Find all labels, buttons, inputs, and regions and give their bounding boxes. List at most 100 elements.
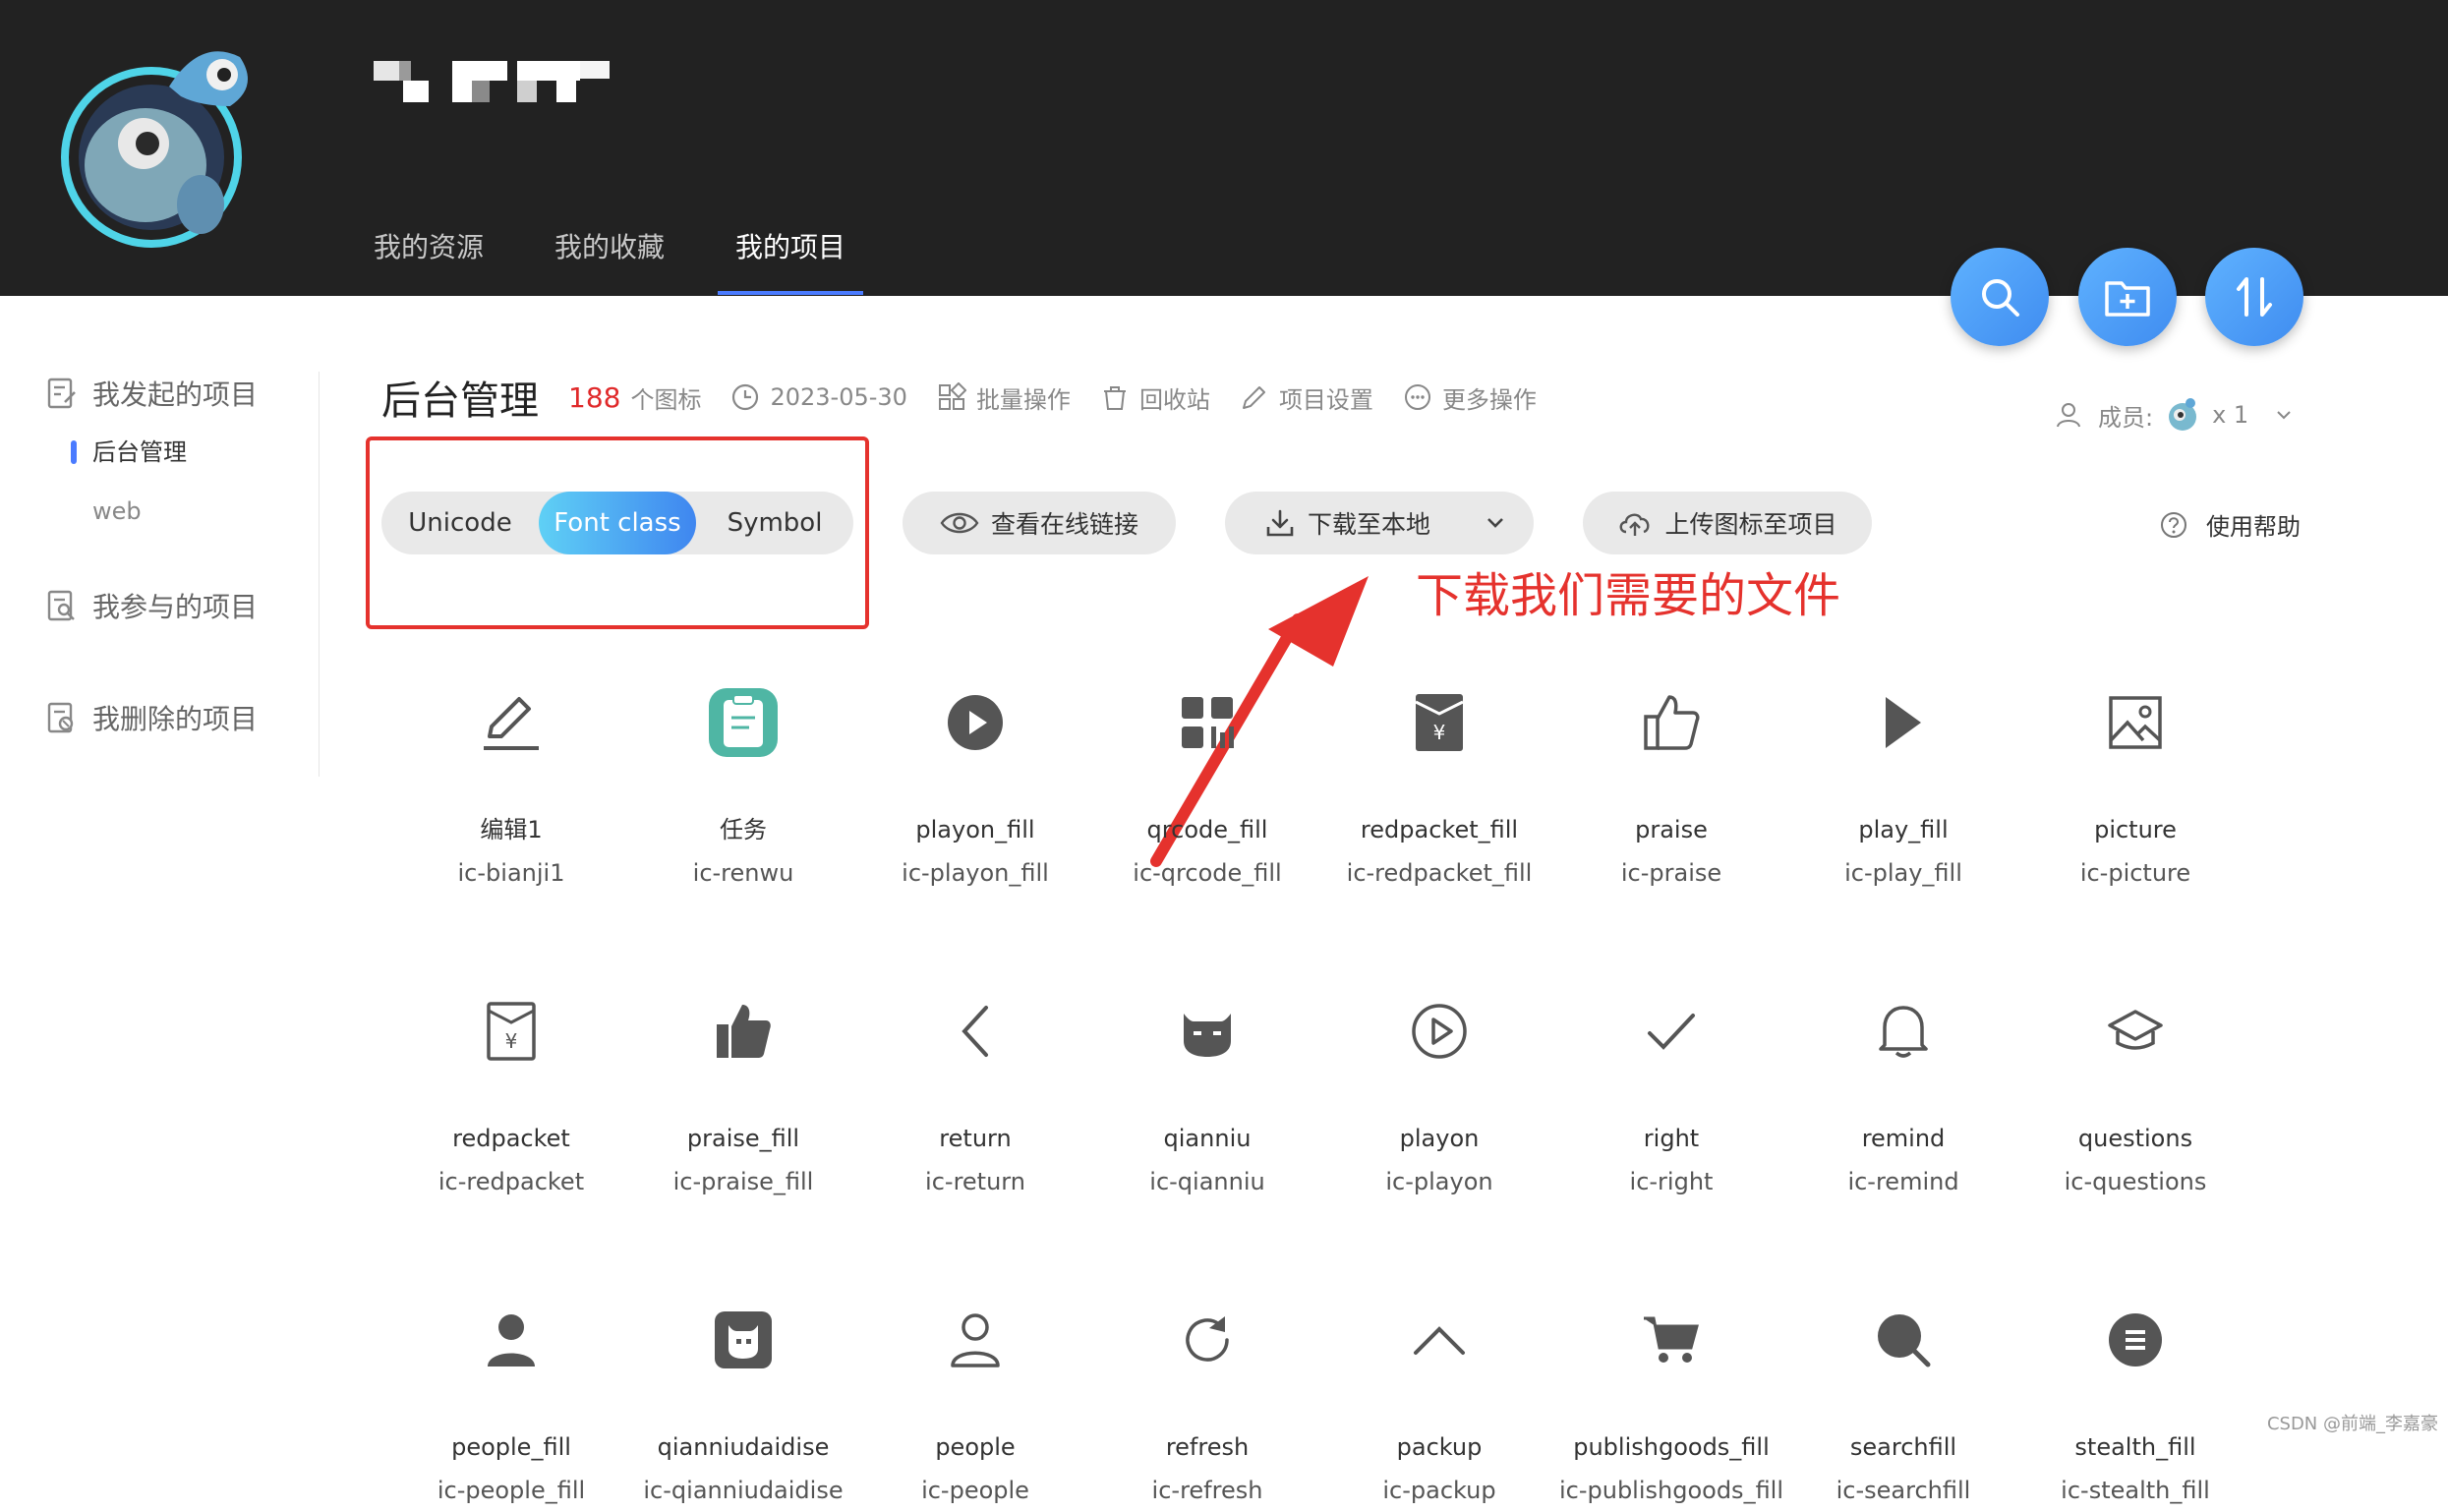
- icon-card[interactable]: remind ic-remind: [1787, 987, 2019, 1203]
- upload-label: 上传图标至项目: [1664, 510, 1837, 539]
- document-delete-icon: [47, 702, 74, 733]
- icon-name: remind: [1861, 1125, 1946, 1152]
- icon-card[interactable]: praise_fill ic-praise_fill: [627, 987, 859, 1203]
- nav-my-resources[interactable]: 我的资源: [374, 226, 484, 295]
- nav-my-favorites[interactable]: 我的收藏: [554, 226, 665, 295]
- sidebar-deleted-projects[interactable]: 我删除的项目: [45, 688, 321, 747]
- icon-card[interactable]: questions ic-questions: [2019, 987, 2251, 1203]
- icon-card[interactable]: playon_fill ic-playon_fill: [859, 678, 1091, 895]
- icon-count: 188: [568, 380, 621, 414]
- packup-icon: [1414, 1326, 1465, 1355]
- icon-name: refresh: [1165, 1433, 1250, 1461]
- right-icon: [1648, 1014, 1695, 1050]
- download-local-button[interactable]: 下载至本地: [1225, 492, 1534, 554]
- recycle-bin-button[interactable]: 回收站: [1100, 380, 1210, 415]
- sidebar-project-backend[interactable]: 后台管理: [45, 423, 321, 482]
- icon-card[interactable]: return ic-return: [859, 987, 1091, 1203]
- add-folder-button[interactable]: [2078, 248, 2177, 346]
- icon-name: searchfill: [1849, 1433, 1957, 1461]
- help-icon: [2161, 511, 2186, 538]
- icon-card[interactable]: playon ic-playon: [1323, 987, 1555, 1203]
- remind-icon: [1879, 1006, 1928, 1058]
- icon-name: qianniu: [1163, 1125, 1252, 1152]
- members-label: 成员:: [2098, 403, 2154, 432]
- icon-card[interactable]: qianniu ic-qianniu: [1091, 987, 1323, 1203]
- batch-label: 批量操作: [975, 385, 1071, 414]
- icon-card[interactable]: ¥ redpacket ic-redpacket: [395, 987, 627, 1203]
- document-search-icon: [47, 590, 75, 621]
- project-title: 后台管理: [381, 378, 539, 424]
- help-button[interactable]: 使用帮助: [2159, 507, 2301, 542]
- icon-name: people_fill: [451, 1433, 571, 1461]
- more-operations-button[interactable]: 更多操作: [1403, 380, 1537, 415]
- icon-card[interactable]: praise ic-praise: [1555, 678, 1787, 895]
- icon-name: right: [1643, 1125, 1700, 1152]
- icon-card[interactable]: publishgoods_fill ic-publishgoods_fill: [1555, 1296, 1787, 1512]
- icon-name: praise: [1635, 816, 1708, 843]
- project-label: 后台管理: [92, 438, 187, 466]
- stealth-fill-icon: [2109, 1313, 2162, 1367]
- icon-card[interactable]: 编辑1 ic-bianji1: [395, 678, 627, 895]
- sort-button[interactable]: [2205, 248, 2303, 346]
- praise-icon: [1644, 695, 1700, 750]
- icon-name: publishgoods_fill: [1573, 1433, 1770, 1461]
- icon-name: picture: [2094, 816, 2177, 843]
- icon-card[interactable]: ¥ redpacket_fill ic-redpacket_fill: [1323, 678, 1555, 895]
- view-online-link-button[interactable]: 查看在线链接: [903, 492, 1176, 554]
- icon-card[interactable]: packup ic-packup: [1323, 1296, 1555, 1512]
- icon-card[interactable]: right ic-right: [1555, 987, 1787, 1203]
- icon-card[interactable]: picture ic-picture: [2019, 678, 2251, 895]
- icon-class: ic-playon_fill: [902, 859, 1049, 887]
- svg-text:¥: ¥: [1433, 721, 1446, 744]
- icon-class: ic-people: [921, 1477, 1029, 1504]
- icon-card[interactable]: 任务 ic-renwu: [627, 678, 859, 895]
- top-header: 我的资源 我的收藏 我的项目: [0, 0, 2448, 296]
- clock-icon: [732, 383, 759, 411]
- icon-card[interactable]: people_fill ic-people_fill: [395, 1296, 627, 1512]
- view-link-label: 查看在线链接: [990, 510, 1138, 539]
- icon-card[interactable]: qrcode_fill ic-qrcode_fill: [1091, 678, 1323, 895]
- icon-class: ic-bianji1: [457, 859, 565, 887]
- icon-card[interactable]: play_fill ic-play_fill: [1787, 678, 2019, 895]
- sidebar-project-web[interactable]: web: [45, 482, 321, 541]
- play-fill-icon: [1886, 697, 1921, 748]
- icon-name: play_fill: [1858, 816, 1949, 843]
- nav-my-projects[interactable]: 我的项目: [718, 226, 864, 295]
- icon-class: ic-stealth_fill: [2061, 1477, 2210, 1504]
- settings-label: 项目设置: [1278, 385, 1373, 414]
- icon-name: qrcode_fill: [1146, 816, 1268, 843]
- icon-class: ic-redpacket: [437, 1168, 585, 1195]
- icon-class: ic-questions: [2064, 1168, 2207, 1195]
- icon-card[interactable]: stealth_fill ic-stealth_fill: [2019, 1296, 2251, 1512]
- chameleon-logo[interactable]: [53, 18, 269, 254]
- document-edit-icon: [47, 378, 76, 409]
- icon-class: ic-qianniudaidise: [643, 1477, 844, 1504]
- chevron-down-icon[interactable]: [1482, 509, 1509, 537]
- cloud-upload-icon: [1620, 513, 1650, 536]
- return-icon: [962, 1006, 988, 1057]
- icon-class: ic-publishgoods_fill: [1558, 1477, 1784, 1504]
- playon-fill-icon: [948, 695, 1003, 750]
- icon-card[interactable]: qianniudaidise ic-qianniudaidise: [627, 1296, 859, 1512]
- icon-card[interactable]: refresh ic-refresh: [1091, 1296, 1323, 1512]
- members-dropdown[interactable]: 成员: x 1: [2055, 395, 2296, 435]
- icon-name: redpacket_fill: [1360, 816, 1519, 843]
- batch-operation-button[interactable]: 批量操作: [937, 380, 1071, 415]
- created-date: 2023-05-30: [730, 382, 907, 412]
- sidebar-started-projects[interactable]: 我发起的项目: [45, 364, 321, 423]
- grid-icon: [938, 382, 966, 410]
- project-settings-button[interactable]: 项目设置: [1240, 380, 1373, 415]
- icon-card[interactable]: searchfill ic-searchfill: [1787, 1296, 2019, 1512]
- sidebar-joined-projects[interactable]: 我参与的项目: [45, 576, 321, 635]
- icon-class: ic-refresh: [1151, 1477, 1263, 1504]
- icon-class: ic-renwu: [692, 859, 794, 887]
- icon-card[interactable]: people ic-people: [859, 1296, 1091, 1512]
- icon-name: 编辑1: [480, 816, 543, 843]
- svg-text:¥: ¥: [505, 1029, 518, 1053]
- search-button[interactable]: [1951, 248, 2049, 346]
- date-text: 2023-05-30: [770, 383, 907, 411]
- upload-icons-button[interactable]: 上传图标至项目: [1583, 492, 1872, 554]
- icon-class: ic-praise: [1620, 859, 1722, 887]
- refresh-icon: [1186, 1316, 1229, 1362]
- icon-name: packup: [1396, 1433, 1483, 1461]
